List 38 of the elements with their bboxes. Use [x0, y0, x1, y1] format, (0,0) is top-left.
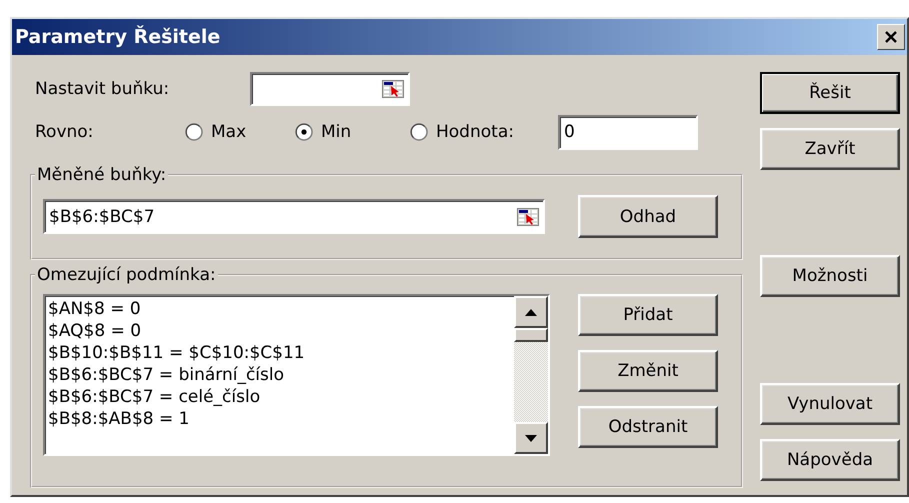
- list-item[interactable]: $B$6:$BC$7 = celé_číslo: [48, 386, 514, 408]
- dialog-button[interactable]: Zavřít: [760, 128, 900, 170]
- cell-picker-icon[interactable]: [517, 208, 539, 226]
- field-label: Rovno:: [34, 122, 94, 142]
- scrollbar[interactable]: [514, 296, 548, 454]
- value-field[interactable]: 0: [558, 114, 698, 150]
- dialog-button[interactable]: Možnosti: [760, 255, 900, 297]
- list-item[interactable]: $AN$8 = 0: [48, 298, 514, 320]
- guess-button[interactable]: Odhad: [578, 195, 718, 238]
- dialog-button[interactable]: Vynulovat: [760, 383, 900, 425]
- list-item[interactable]: $B$10:$B$11 = $C$10:$C$11: [48, 342, 514, 364]
- up-arrow-icon: [525, 308, 537, 316]
- scroll-down-button[interactable]: [514, 422, 548, 454]
- dialog-button[interactable]: Řešit: [760, 72, 900, 114]
- group-title: Měněné buňky:: [36, 165, 168, 185]
- radio-option[interactable]: Max: [180, 122, 290, 142]
- constraint-list[interactable]: $AN$8 = 0 $AQ$8 = 0 $B$10:$B$11 = $C$10:$C$11 $B$6:$BC$7 = binární_číslo $B$6:$BC$7 = celé_číslo $B$8:$AB$8 = 1: [43, 294, 550, 456]
- field-label: Nastavit buňku:: [34, 79, 170, 99]
- close-button[interactable]: [877, 24, 905, 50]
- constraint-button[interactable]: Přidat: [578, 294, 718, 336]
- list-item[interactable]: $B$6:$BC$7 = binární_číslo: [48, 364, 514, 386]
- group-title: Omezující podmínka:: [36, 265, 217, 285]
- radio-option[interactable]: Hodnota:: [405, 122, 558, 142]
- list-item[interactable]: $AQ$8 = 0: [48, 320, 514, 342]
- scroll-up-button[interactable]: [514, 296, 548, 328]
- down-arrow-icon: [525, 434, 537, 442]
- constraint-button[interactable]: Odstranit: [578, 406, 718, 448]
- close-icon: [884, 31, 898, 43]
- target-cell-field[interactable]: [250, 72, 410, 106]
- changing-cells-field[interactable]: $B$6:$BC$7: [43, 199, 545, 234]
- dialog-button[interactable]: Nápověda: [760, 439, 900, 481]
- constraint-button[interactable]: Změnit: [578, 350, 718, 392]
- radio-option[interactable]: Min: [290, 122, 405, 142]
- window-title: Parametry Řešitele: [15, 26, 220, 48]
- scrollbar-thumb[interactable]: [514, 328, 548, 342]
- field-value: $B$6:$BC$7: [49, 206, 155, 226]
- cell-picker-icon[interactable]: [382, 80, 404, 98]
- list-item[interactable]: $B$8:$AB$8 = 1: [48, 408, 514, 430]
